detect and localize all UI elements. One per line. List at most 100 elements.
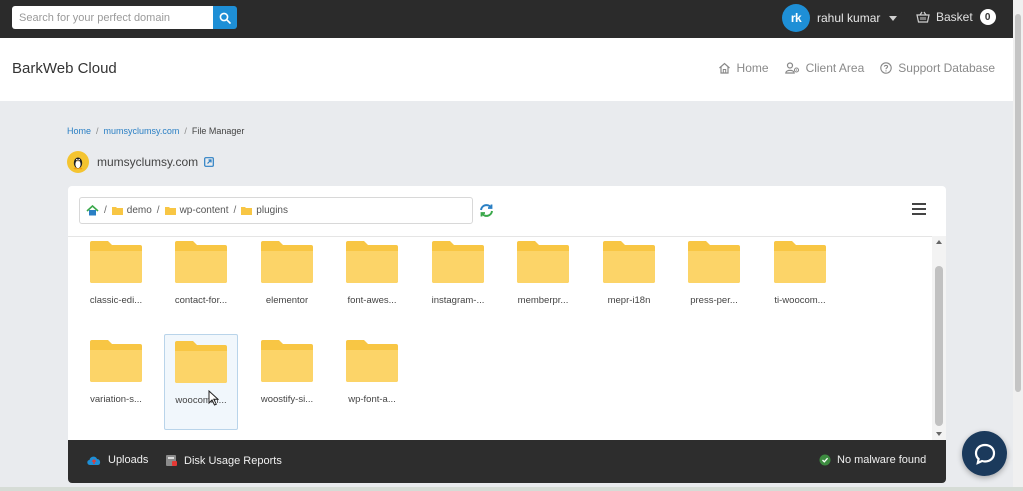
folder-icon <box>346 241 398 283</box>
folder-label: elementor <box>265 295 309 306</box>
folder-item[interactable]: contact-for... <box>164 235 238 331</box>
chat-bubble-icon <box>974 443 995 465</box>
shield-check-icon <box>819 454 831 466</box>
folder-item[interactable]: woocomm... <box>164 334 238 430</box>
question-circle-icon <box>880 62 893 74</box>
home-up-icon[interactable] <box>86 205 99 216</box>
uploads-button[interactable]: Uploads <box>86 454 148 466</box>
top-bar: rk rahul kumar Basket 0 <box>0 0 1013 38</box>
cloud-upload-icon <box>87 456 101 465</box>
folder-icon <box>432 241 484 283</box>
main-nav: Home Client Area Support Database <box>702 61 995 75</box>
folder-icon <box>261 340 313 382</box>
path-segment-label: demo <box>126 205 152 216</box>
folder-label: classic-edi... <box>89 295 143 306</box>
folder-item[interactable]: font-awes... <box>335 235 409 331</box>
folder-label: memberpr... <box>517 295 569 306</box>
nav-home-label: Home <box>736 61 769 75</box>
breadcrumb-separator: / <box>184 126 187 136</box>
user-name: rahul kumar <box>817 11 881 25</box>
folder-icon <box>175 241 227 283</box>
folder-item[interactable]: instagram-... <box>421 235 495 331</box>
brand-logo-text[interactable]: BarkWeb Cloud <box>12 60 117 77</box>
site-title: mumsyclumsy.com <box>67 151 215 173</box>
site-header: BarkWeb Cloud Home Client Area Support D… <box>0 38 1013 101</box>
page-scrollbar-thumb[interactable] <box>1015 14 1021 392</box>
disk-usage-reports-button[interactable]: Disk Usage Reports <box>165 454 282 467</box>
folder-icon <box>688 241 740 283</box>
basket-link[interactable]: Basket 0 <box>916 9 996 25</box>
folder-label: wp-font-a... <box>348 394 396 405</box>
file-manager-footer: Uploads Disk Usage Reports No malware fo… <box>68 440 946 483</box>
domain-search <box>12 6 237 29</box>
disk-usage-icon <box>166 455 177 466</box>
folder-icon <box>241 207 253 215</box>
breadcrumb-separator: / <box>96 126 99 136</box>
live-chat-button[interactable] <box>962 431 1007 476</box>
scroll-up-arrow-icon[interactable] <box>936 240 942 244</box>
path-segment-demo[interactable]: demo <box>111 205 152 216</box>
folder-item[interactable]: mepr-i18n <box>592 235 666 331</box>
folder-label: woostify-si... <box>260 394 314 405</box>
refresh-button[interactable] <box>479 203 494 223</box>
file-manager-panel: / demo / wp-content / plugins classic-ed… <box>68 186 946 483</box>
path-bar: / demo / wp-content / plugins <box>79 197 473 224</box>
refresh-icon <box>480 204 493 217</box>
nav-client-area-label: Client Area <box>805 61 865 75</box>
folder-item[interactable]: wp-font-a... <box>335 334 409 430</box>
folder-item[interactable]: memberpr... <box>506 235 580 331</box>
folder-item[interactable]: press-per... <box>677 235 751 331</box>
breadcrumb-domain[interactable]: mumsyclumsy.com <box>104 126 180 136</box>
basket-icon <box>916 11 930 23</box>
user-gear-icon <box>784 62 799 74</box>
folder-item[interactable]: ti-woocom... <box>763 235 837 331</box>
folder-item[interactable]: classic-edi... <box>79 235 153 331</box>
folder-label: font-awes... <box>347 295 397 306</box>
folder-grid: classic-edi... contact-for... elementor fon… <box>68 236 932 440</box>
nav-home[interactable]: Home <box>718 61 769 75</box>
page-scrollbar[interactable] <box>1013 0 1023 491</box>
malware-status-label: No malware found <box>837 454 927 466</box>
external-link-icon[interactable] <box>204 157 215 167</box>
linux-penguin-icon <box>67 151 89 173</box>
folder-grid-scrollbar-thumb[interactable] <box>935 266 943 426</box>
folder-label: variation-s... <box>90 394 142 405</box>
caret-down-icon <box>889 15 898 21</box>
nav-client-area[interactable]: Client Area <box>784 61 865 75</box>
domain-search-input[interactable] <box>12 6 213 29</box>
path-segment-plugins[interactable]: plugins <box>241 205 288 216</box>
breadcrumb-home[interactable]: Home <box>67 126 91 136</box>
disk-usage-reports-label: Disk Usage Reports <box>184 454 282 467</box>
folder-label: ti-woocom... <box>774 295 826 306</box>
nav-support-database-label: Support Database <box>898 61 995 75</box>
search-button[interactable] <box>213 6 237 29</box>
folder-icon <box>517 241 569 283</box>
scroll-down-arrow-icon[interactable] <box>936 432 942 436</box>
path-separator: / <box>156 205 160 216</box>
hamburger-menu-icon <box>912 203 926 215</box>
user-menu[interactable]: rk rahul kumar <box>782 4 898 32</box>
breadcrumb: Home / mumsyclumsy.com / File Manager <box>67 126 244 136</box>
nav-support-database[interactable]: Support Database <box>880 61 995 75</box>
search-icon <box>219 12 231 24</box>
folder-icon <box>603 241 655 283</box>
basket-label: Basket <box>936 10 973 24</box>
folder-icon <box>90 241 142 283</box>
folder-grid-scrollbar[interactable] <box>932 236 946 440</box>
options-menu-button[interactable] <box>912 202 926 220</box>
folder-item[interactable]: woostify-si... <box>250 334 324 430</box>
folder-icon <box>111 207 123 215</box>
folder-item[interactable]: elementor <box>250 235 324 331</box>
home-icon <box>718 62 730 74</box>
malware-status: No malware found <box>819 454 926 466</box>
folder-icon <box>774 241 826 283</box>
folder-icon <box>164 207 176 215</box>
folder-label: press-per... <box>690 295 738 306</box>
folder-icon <box>175 341 227 383</box>
basket-count-badge: 0 <box>979 9 996 25</box>
folder-icon <box>90 340 142 382</box>
os-taskbar-strip <box>0 487 1023 491</box>
folder-item[interactable]: variation-s... <box>79 334 153 430</box>
folder-label: instagram-... <box>431 295 485 306</box>
path-segment-wp-content[interactable]: wp-content <box>164 205 229 216</box>
